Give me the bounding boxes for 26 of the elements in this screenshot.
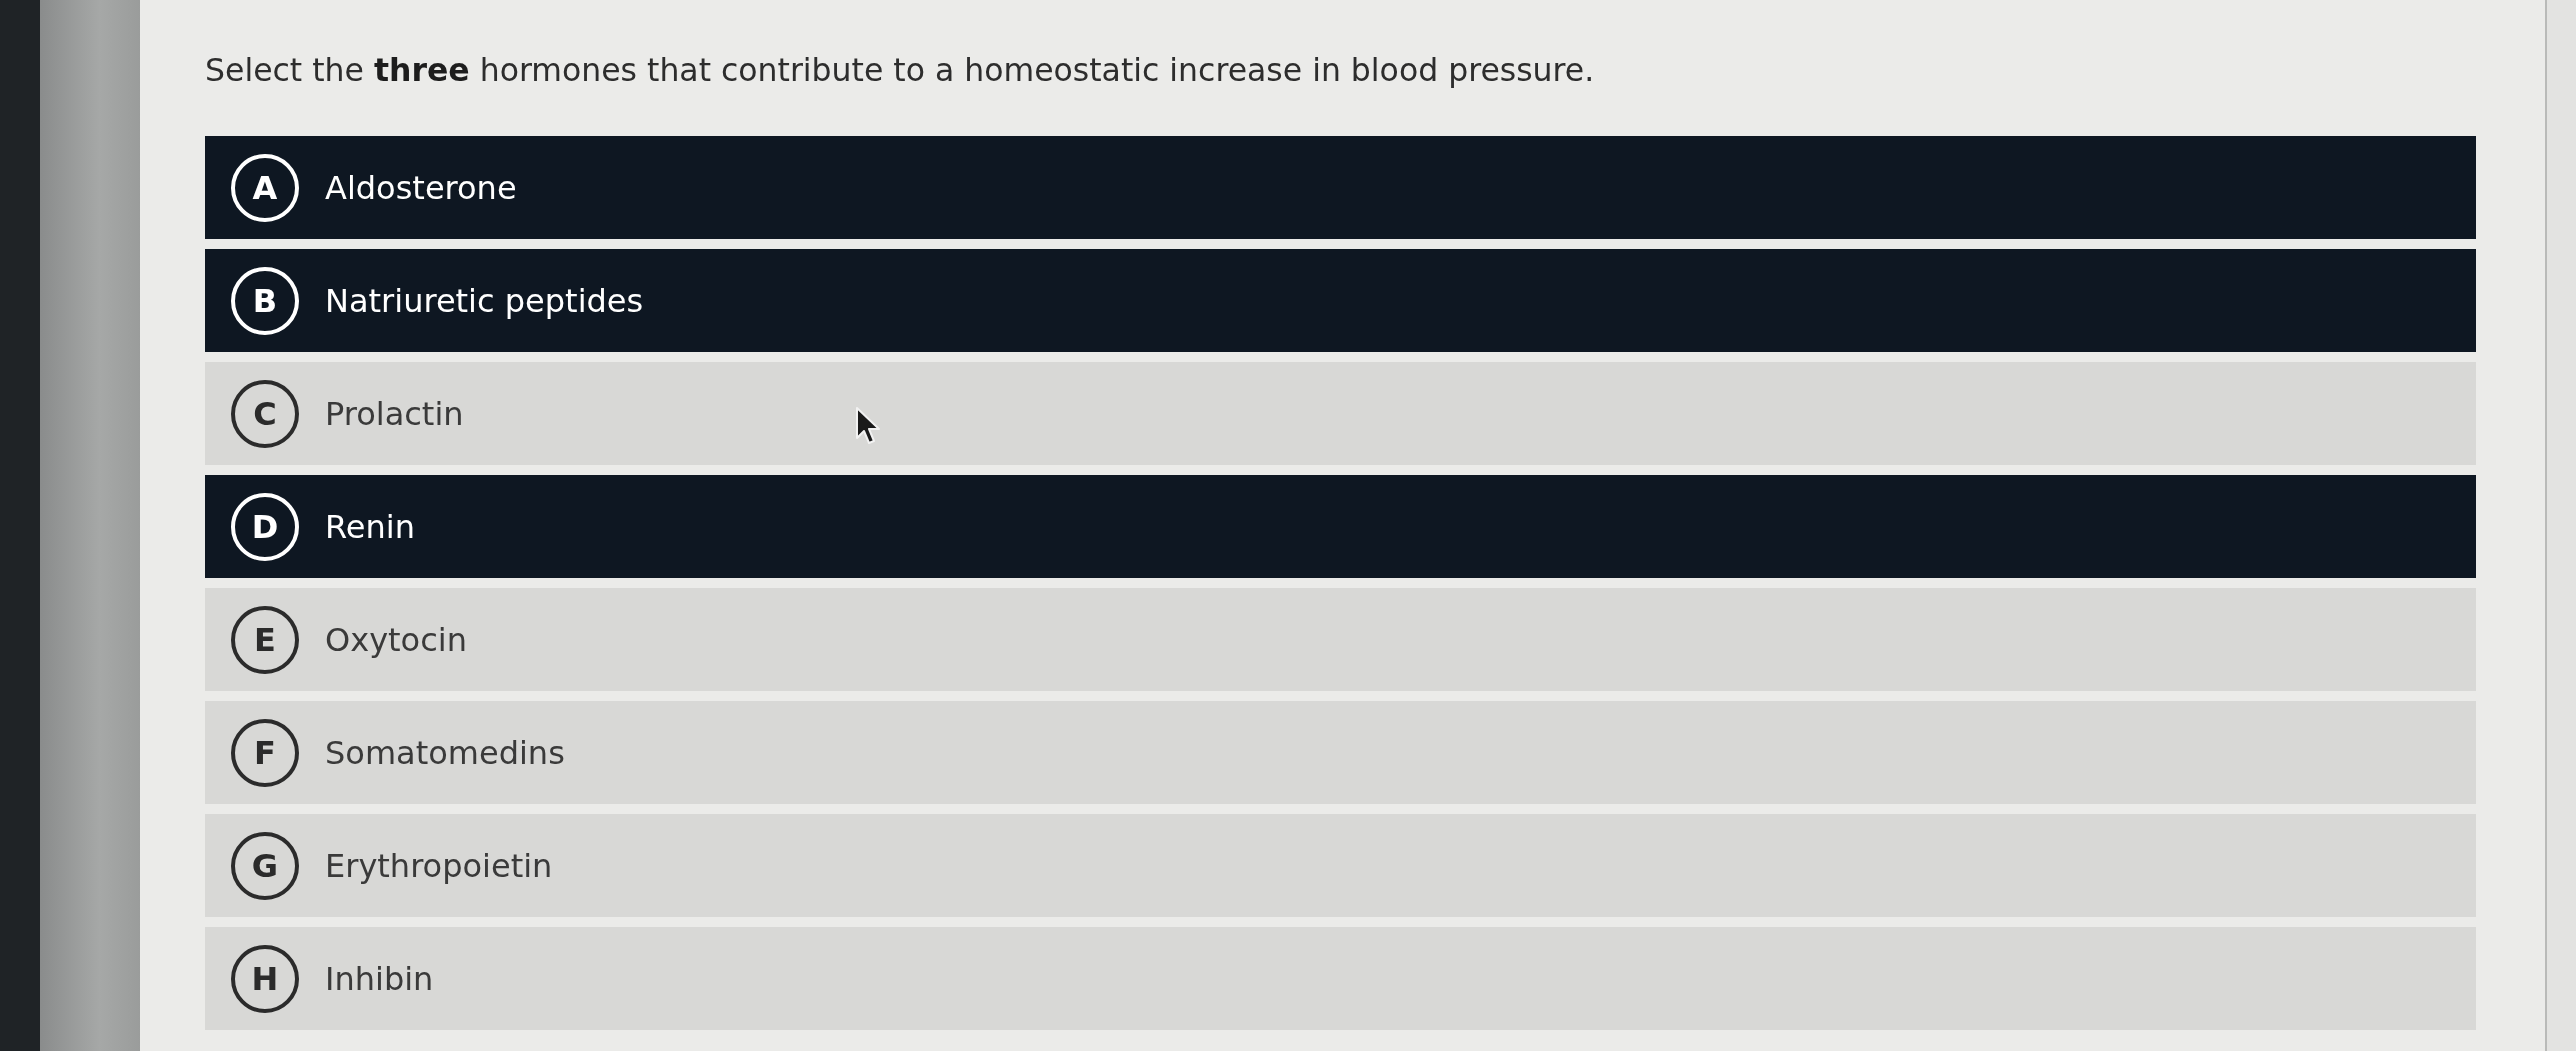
option-letter: G	[231, 831, 299, 900]
mouse-pointer-icon	[855, 406, 881, 446]
option-label: Oxytocin	[325, 620, 467, 659]
option-label: Prolactin	[325, 394, 464, 433]
answer-option[interactable]: E Oxytocin	[205, 588, 2476, 691]
option-label: Aldosterone	[325, 168, 517, 207]
option-label: Natriuretic peptides	[325, 281, 644, 320]
option-label: Inhibin	[325, 959, 434, 998]
answer-option[interactable]: B Natriuretic peptides	[205, 249, 2476, 352]
option-letter: C	[231, 379, 299, 448]
option-letter: B	[231, 266, 299, 335]
option-label: Erythropoietin	[325, 846, 553, 885]
answer-option[interactable]: C Prolactin	[205, 362, 2476, 465]
answer-option[interactable]: A Aldosterone	[205, 136, 2476, 239]
answer-option[interactable]: F Somatomedins	[205, 701, 2476, 804]
option-letter: F	[231, 718, 299, 787]
answer-option[interactable]: G Erythropoietin	[205, 814, 2476, 917]
answer-option[interactable]: D Renin	[205, 475, 2476, 578]
option-letter: E	[231, 605, 299, 674]
answer-option[interactable]: H Inhibin	[205, 927, 2476, 1030]
option-label: Somatomedins	[325, 733, 565, 772]
question-text: Select the three hormones that contribute to a homeostatic increase in blood pressure.	[205, 51, 1596, 90]
option-letter: H	[231, 944, 299, 1013]
option-letter: D	[231, 492, 299, 561]
option-letter: A	[231, 153, 299, 222]
option-label: Renin	[325, 507, 415, 546]
